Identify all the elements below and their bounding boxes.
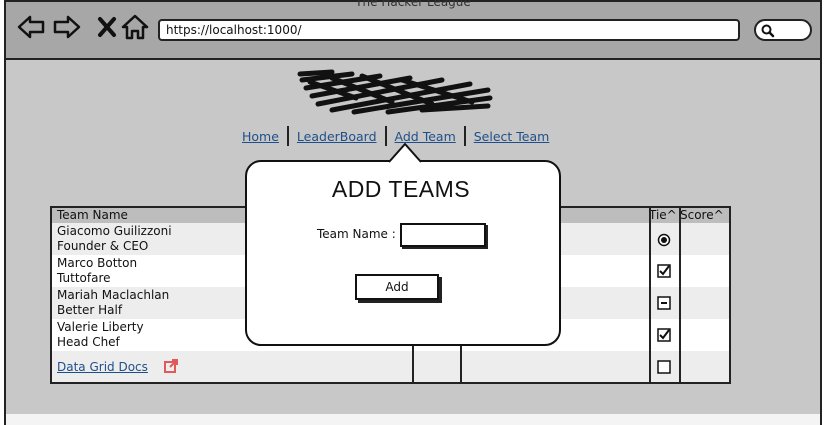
stop-x-icon[interactable] (92, 12, 122, 42)
popover-pointer (388, 143, 422, 164)
status-strip (4, 414, 822, 425)
nav-select-team-link[interactable]: Select Team (468, 129, 556, 144)
logo-scribble (297, 69, 493, 115)
nav-separator (463, 126, 466, 146)
window-title: The Hacker League (355, 0, 471, 9)
browser-toolbar: The Hacker League https://localhost:1000… (6, 0, 820, 60)
forward-arrow-icon[interactable] (52, 12, 82, 42)
table-row[interactable]: Data Grid Docs (52, 351, 729, 382)
header-score[interactable]: Score^ (680, 208, 724, 223)
row-name: Valerie Liberty (57, 320, 144, 334)
search-box[interactable] (754, 19, 812, 41)
row-role: Founder & CEO (57, 239, 149, 253)
back-arrow-icon[interactable] (16, 12, 46, 42)
team-name-label: Team Name : (317, 227, 396, 241)
checkbox-indeterminate-icon[interactable] (657, 296, 671, 310)
column-divider (649, 208, 651, 382)
nav-leaderboard-link[interactable]: LeaderBoard (291, 129, 383, 144)
row-role: Head Chef (57, 335, 120, 349)
browser-window: The Hacker League https://localhost:1000… (4, 0, 822, 416)
add-button[interactable]: Add (355, 274, 439, 300)
modal-title: ADD TEAMS (331, 176, 471, 202)
checkbox-checked-icon[interactable] (657, 264, 671, 278)
header-tie[interactable]: Tie^ (649, 208, 677, 223)
team-name-input[interactable] (400, 223, 486, 247)
home-icon[interactable] (120, 12, 150, 42)
header-team-name[interactable]: Team Name (57, 208, 128, 223)
nav-separator (286, 126, 289, 146)
row-role: Better Half (57, 303, 123, 317)
add-team-popover: ADD TEAMS Team Name : Add (245, 143, 561, 346)
column-divider (679, 208, 681, 382)
external-link-icon[interactable] (164, 359, 178, 373)
row-role: Tuttofare (57, 271, 111, 285)
checkbox-checked-icon[interactable] (657, 328, 671, 342)
row-name: Mariah Maclachlan (57, 288, 170, 302)
search-icon (761, 24, 775, 38)
radio-selected-icon[interactable] (657, 233, 671, 247)
row-name: Giacomo Guilizzoni (57, 224, 172, 238)
data-grid-docs-link[interactable]: Data Grid Docs (57, 360, 148, 375)
nav-home-link[interactable]: Home (236, 129, 285, 144)
url-bar[interactable]: https://localhost:1000/ (158, 19, 740, 41)
checkbox-unchecked-icon[interactable] (657, 360, 671, 374)
row-name: Marco Botton (57, 256, 138, 270)
